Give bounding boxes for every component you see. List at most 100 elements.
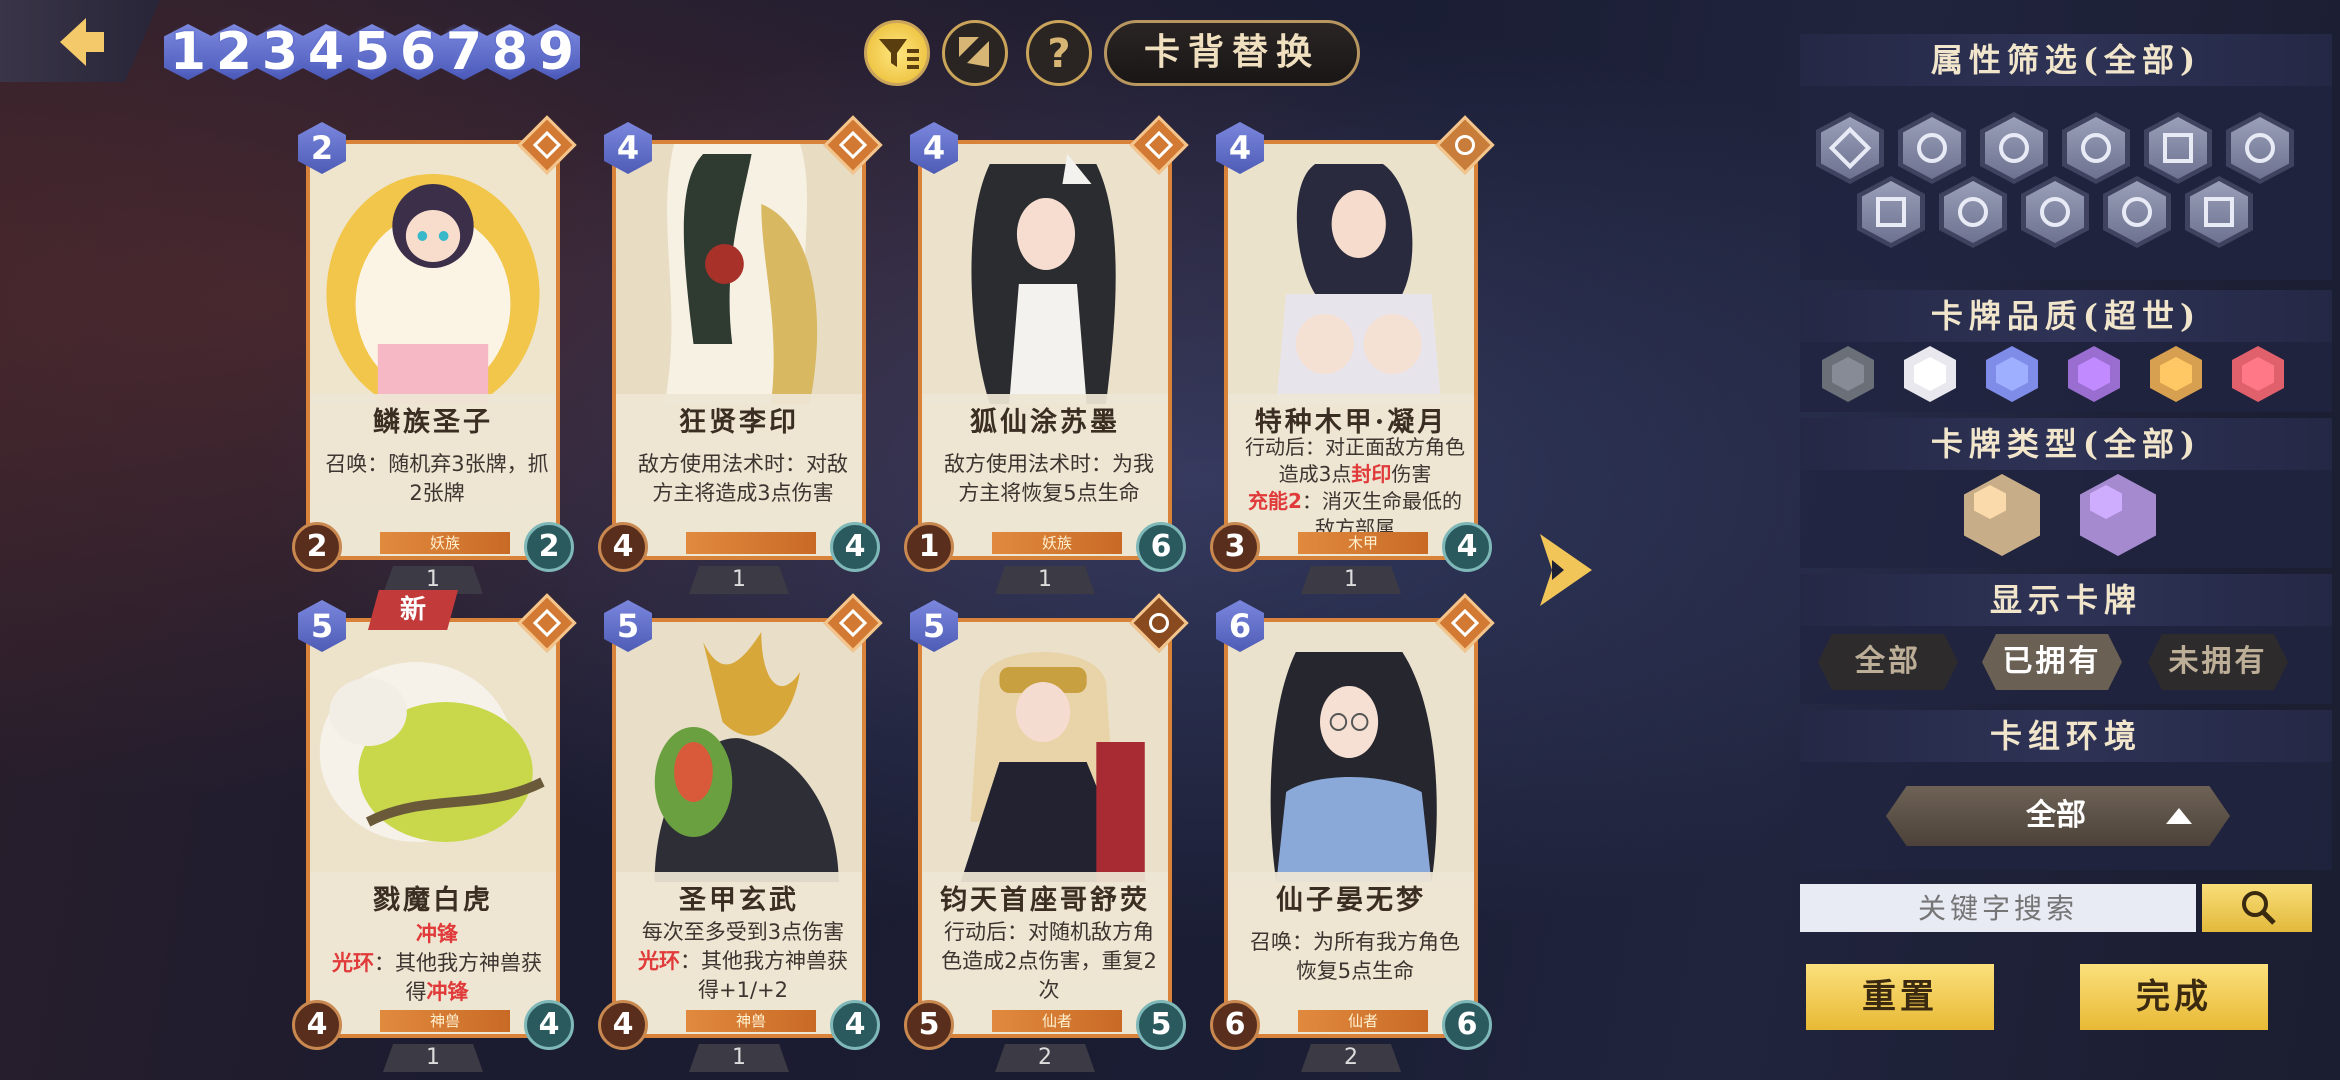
card-description: 敌方使用法术时：为我方主将恢复5点生命 bbox=[944, 452, 1154, 505]
card-count: 1 bbox=[689, 566, 789, 594]
card-art bbox=[922, 622, 1168, 882]
card-count: 1 bbox=[995, 566, 1095, 594]
card-health: 5 bbox=[1136, 1000, 1186, 1050]
card-item[interactable]: 狂贤李印 敌方使用法术时：对敌方主将造成3点伤害 4 4 4 1 bbox=[598, 115, 883, 594]
deck-env-title: 卡组环境 bbox=[1800, 710, 2332, 762]
card-description: 召唤：随机弃3张牌，抓2张牌 bbox=[325, 452, 549, 505]
show-all-option[interactable]: 全部 bbox=[1818, 634, 1958, 690]
search-button[interactable] bbox=[2202, 884, 2312, 932]
show-owned-option[interactable]: 已拥有 bbox=[1982, 634, 2122, 690]
card-item[interactable]: 仙子晏无梦 召唤：为所有我方角色恢复5点生命 仙者 6 6 6 2 bbox=[1210, 593, 1495, 1072]
card-tribe: 神兽 bbox=[380, 1010, 510, 1032]
card-item[interactable]: 鳞族圣子 召唤：随机弃3张牌，抓2张牌 妖族 2 2 2 1 bbox=[292, 115, 577, 594]
card-name: 狂贤李印 bbox=[679, 407, 799, 438]
card-tribe: 妖族 bbox=[992, 532, 1122, 554]
deck-env-value: 全部 bbox=[2026, 798, 2086, 833]
keyword-search-input[interactable] bbox=[1800, 884, 2196, 932]
card-art bbox=[310, 144, 556, 414]
new-badge: 新 bbox=[368, 590, 458, 630]
card-health: 4 bbox=[830, 522, 880, 572]
card-frame: 仙子晏无梦 召唤：为所有我方角色恢复5点生命 仙者 bbox=[1224, 618, 1478, 1038]
card-attack: 4 bbox=[598, 1000, 648, 1050]
chevron-right-icon bbox=[1540, 534, 1592, 606]
card-attack: 5 bbox=[904, 1000, 954, 1050]
card-health: 4 bbox=[830, 1000, 880, 1050]
cost-filter-9[interactable]: 9 bbox=[526, 18, 586, 86]
chevron-up-icon bbox=[2166, 808, 2192, 824]
done-button[interactable]: 完成 bbox=[2080, 964, 2268, 1030]
next-page-button[interactable] bbox=[1530, 530, 1600, 614]
card-swap-icon bbox=[959, 37, 989, 67]
card-description: 行动后：对随机敌方角色造成2点伤害，重复2次 bbox=[941, 920, 1157, 1002]
svg-text:?: ? bbox=[1047, 31, 1070, 77]
card-description: 冲锋 光环：其他我方神兽获得冲锋 bbox=[332, 922, 542, 1004]
filter-icon bbox=[879, 39, 919, 69]
back-button[interactable] bbox=[0, 0, 160, 82]
card-tribe: 神兽 bbox=[686, 1010, 816, 1032]
card-item[interactable]: 狐仙涂苏墨 敌方使用法术时：为我方主将恢复5点生命 妖族 4 1 6 1 bbox=[904, 115, 1189, 594]
card-frame: 钧天首座哥舒荧 行动后：对随机敌方角色造成2点伤害，重复2次 仙者 bbox=[918, 618, 1172, 1038]
card-count: 1 bbox=[383, 1044, 483, 1072]
card-count: 1 bbox=[1301, 566, 1401, 594]
card-item[interactable]: 钧天首座哥舒荧 行动后：对随机敌方角色造成2点伤害，重复2次 仙者 5 5 5 … bbox=[904, 593, 1189, 1072]
card-frame: 狂贤李印 敌方使用法术时：对敌方主将造成3点伤害 bbox=[612, 140, 866, 560]
cardback-switch-button[interactable]: 卡背替换 bbox=[1104, 20, 1360, 86]
card-attack: 6 bbox=[1210, 1000, 1260, 1050]
card-count: 1 bbox=[383, 566, 483, 594]
back-arrow-icon bbox=[60, 18, 104, 66]
reset-button[interactable]: 重置 bbox=[1806, 964, 1994, 1030]
card-frame: 特种木甲·凝月 行动后：对正面敌方角色造成3点封印伤害 充能2：消灭生命最低的敌… bbox=[1224, 140, 1478, 560]
card-frame: 圣甲玄武 每次至多受到3点伤害 光环：其他我方神兽获得+1/+2 神兽 bbox=[612, 618, 866, 1038]
card-count: 1 bbox=[689, 1044, 789, 1072]
card-item[interactable]: 新 戮魔白虎 冲锋 光环：其他我方神兽获得冲锋 神兽 5 4 4 1 bbox=[292, 590, 577, 1072]
card-art bbox=[1228, 144, 1474, 404]
search-icon bbox=[2242, 891, 2276, 925]
card-description: 召唤：为所有我方角色恢复5点生命 bbox=[1250, 930, 1460, 983]
card-health: 2 bbox=[524, 522, 574, 572]
card-item[interactable]: 圣甲玄武 每次至多受到3点伤害 光环：其他我方神兽获得+1/+2 神兽 5 4 … bbox=[598, 593, 883, 1072]
card-frame: 鳞族圣子 召唤：随机弃3张牌，抓2张牌 妖族 bbox=[306, 140, 560, 560]
card-health: 6 bbox=[1442, 1000, 1492, 1050]
card-attack: 4 bbox=[292, 1000, 342, 1050]
type-filter-title: 卡牌类型(全部) bbox=[1800, 418, 2332, 470]
quality-filter-title: 卡牌品质(超世) bbox=[1800, 290, 2332, 342]
card-frame: 戮魔白虎 冲锋 光环：其他我方神兽获得冲锋 神兽 bbox=[306, 618, 560, 1038]
card-health: 4 bbox=[524, 1000, 574, 1050]
card-description: 行动后：对正面敌方角色造成3点封印伤害 充能2：消灭生命最低的敌方部属 bbox=[1245, 435, 1465, 540]
card-count: 2 bbox=[1301, 1044, 1401, 1072]
card-name: 戮魔白虎 bbox=[373, 885, 493, 916]
card-art bbox=[922, 144, 1168, 404]
show-cards-title: 显示卡牌 bbox=[1800, 574, 2332, 626]
deck-env-dropdown[interactable]: 全部 bbox=[1886, 786, 2230, 846]
help-icon: ? bbox=[1047, 31, 1070, 77]
card-tribe bbox=[686, 532, 816, 554]
card-description: 敌方使用法术时：对敌方主将造成3点伤害 bbox=[638, 452, 848, 505]
card-art bbox=[616, 622, 862, 882]
card-art bbox=[310, 622, 556, 882]
card-name: 狐仙涂苏墨 bbox=[970, 407, 1120, 438]
card-art bbox=[616, 144, 862, 404]
card-tribe: 木甲 bbox=[1298, 532, 1428, 554]
card-tribe: 仙者 bbox=[992, 1010, 1122, 1032]
card-count: 2 bbox=[995, 1044, 1095, 1072]
card-art bbox=[1228, 622, 1474, 882]
card-attack: 3 bbox=[1210, 522, 1260, 572]
card-tribe: 妖族 bbox=[380, 532, 510, 554]
card-attack: 2 bbox=[292, 522, 342, 572]
card-tribe: 仙者 bbox=[1298, 1010, 1428, 1032]
card-style-button[interactable] bbox=[942, 20, 1008, 86]
show-unowned-option[interactable]: 未拥有 bbox=[2148, 634, 2288, 690]
card-name: 圣甲玄武 bbox=[679, 885, 799, 916]
card-frame: 狐仙涂苏墨 敌方使用法术时：为我方主将恢复5点生命 妖族 bbox=[918, 140, 1172, 560]
card-health: 6 bbox=[1136, 522, 1186, 572]
card-name: 钧天首座哥舒荧 bbox=[940, 885, 1150, 916]
card-description: 每次至多受到3点伤害 光环：其他我方神兽获得+1/+2 bbox=[638, 920, 848, 1002]
filter-toggle-button[interactable] bbox=[864, 20, 930, 86]
card-attack: 1 bbox=[904, 522, 954, 572]
card-health: 4 bbox=[1442, 522, 1492, 572]
card-item[interactable]: 特种木甲·凝月 行动后：对正面敌方角色造成3点封印伤害 充能2：消灭生命最低的敌… bbox=[1210, 115, 1495, 594]
help-button[interactable]: ? bbox=[1026, 20, 1092, 86]
card-name: 仙子晏无梦 bbox=[1276, 885, 1426, 916]
card-attack: 4 bbox=[598, 522, 648, 572]
attribute-filter-title: 属性筛选(全部) bbox=[1800, 34, 2332, 86]
